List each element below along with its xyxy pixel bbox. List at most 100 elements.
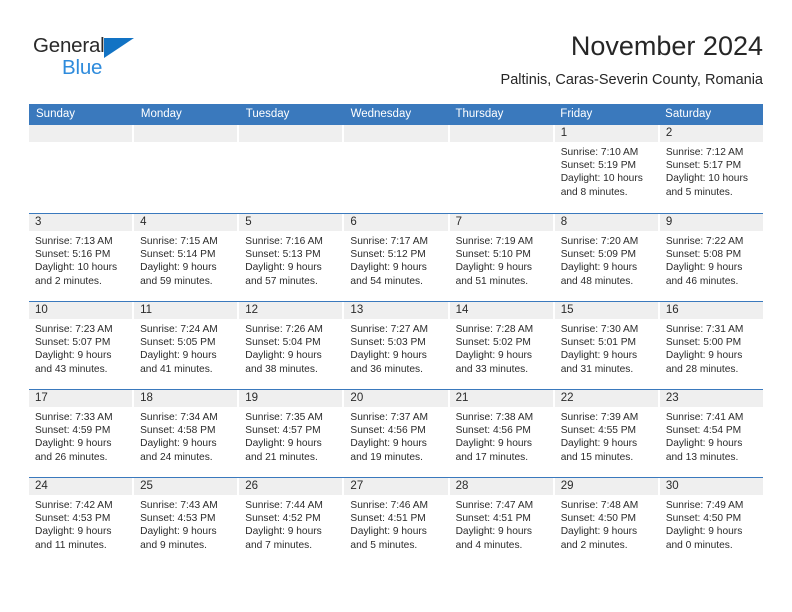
sunset-time: Sunset: 4:54 PM <box>665 425 742 437</box>
sunrise-time: Sunrise: 7:12 AM <box>665 147 744 158</box>
sunset-time: Sunset: 5:03 PM <box>350 337 426 349</box>
sunrise-time: Sunrise: 7:26 AM <box>245 324 323 335</box>
daylight-duration-line1: Daylight: 9 hours <box>140 262 217 274</box>
daylight-duration-line1: Daylight: 9 hours <box>140 438 217 450</box>
calendar-day-cell[interactable]: 5 Sunrise: 7:16 AM Sunset: 5:13 PM Daylight… <box>239 214 343 301</box>
day-number <box>239 125 343 142</box>
calendar-day-cell[interactable]: 12 Sunrise: 7:26 AM Sunset: 5:04 PM Dayligh… <box>239 302 343 389</box>
calendar-day-cell[interactable]: 18 Sunrise: 7:34 AM Sunset: 4:58 PM Dayligh… <box>134 390 238 477</box>
daylight-duration-line2: and 5 minutes. <box>350 539 418 551</box>
daylight-duration-line2: and 5 minutes. <box>665 186 733 198</box>
calendar-day-cell[interactable]: 29 Sunrise: 7:48 AM Sunset: 4:50 PM Dayligh… <box>554 478 658 565</box>
calendar-week-row: 10 Sunrise: 7:23 AM Sunset: 5:07 PM Dayligh… <box>29 301 763 389</box>
weekday-header-sunday: Sunday <box>36 108 76 120</box>
calendar-page: General Blue November 2024 Paltinis, Car… <box>0 0 792 612</box>
calendar-day-cell[interactable]: 17 Sunrise: 7:33 AM Sunset: 4:59 PM Dayligh… <box>29 390 133 477</box>
calendar-day-cell[interactable]: 10 Sunrise: 7:23 AM Sunset: 5:07 PM Dayligh… <box>29 302 133 389</box>
daylight-duration-line2: and 57 minutes. <box>245 275 318 287</box>
day-sun-info: Sunrise: 7:20 AM Sunset: 5:09 PM Daylight:… <box>555 231 658 288</box>
daylight-duration-line1: Daylight: 10 hours <box>560 173 643 185</box>
day-sun-info: Sunrise: 7:47 AM Sunset: 4:51 PM Daylight:… <box>450 495 553 552</box>
calendar-day-cell[interactable]: 30 Sunrise: 7:49 AM Sunset: 4:50 PM Dayligh… <box>659 478 763 565</box>
daylight-duration-line1: Daylight: 9 hours <box>35 350 112 362</box>
calendar-day-cell[interactable]: 25 Sunrise: 7:43 AM Sunset: 4:53 PM Dayligh… <box>134 478 238 565</box>
weekday-header-row: Sunday Monday Tuesday Wednesday Thursday… <box>29 104 763 125</box>
daylight-duration-line2: and 4 minutes. <box>455 539 523 551</box>
calendar-day-cell[interactable]: 19 Sunrise: 7:35 AM Sunset: 4:57 PM Dayligh… <box>239 390 343 477</box>
day-number: 25 <box>134 478 238 495</box>
sunset-time: Sunset: 5:12 PM <box>350 249 426 261</box>
calendar-day-cell-empty <box>134 125 238 213</box>
calendar-day-cell[interactable]: 13 Sunrise: 7:27 AM Sunset: 5:03 PM Dayligh… <box>344 302 448 389</box>
calendar-day-cell[interactable]: 14 Sunrise: 7:28 AM Sunset: 5:02 PM Dayligh… <box>449 302 553 389</box>
calendar-day-cell[interactable]: 8 Sunrise: 7:20 AM Sunset: 5:09 PM Daylight… <box>554 214 658 301</box>
calendar-day-cell[interactable]: 4 Sunrise: 7:15 AM Sunset: 5:14 PM Daylight… <box>134 214 238 301</box>
calendar-day-cell[interactable]: 20 Sunrise: 7:37 AM Sunset: 4:56 PM Dayligh… <box>344 390 448 477</box>
sunrise-time: Sunrise: 7:37 AM <box>350 412 429 423</box>
day-number: 16 <box>659 302 763 319</box>
calendar-day-cell[interactable]: 26 Sunrise: 7:44 AM Sunset: 4:52 PM Dayligh… <box>239 478 343 565</box>
logo-triangle-icon <box>104 38 134 58</box>
daylight-duration-line1: Daylight: 9 hours <box>350 262 427 274</box>
day-sun-info: Sunrise: 7:48 AM Sunset: 4:50 PM Daylight:… <box>555 495 658 552</box>
calendar-day-cell[interactable]: 22 Sunrise: 7:39 AM Sunset: 4:55 PM Dayligh… <box>554 390 658 477</box>
calendar-day-cell[interactable]: 24 Sunrise: 7:42 AM Sunset: 4:53 PM Dayligh… <box>29 478 133 565</box>
calendar-day-cell[interactable]: 2 Sunrise: 7:12 AM Sunset: 5:17 PM Daylight… <box>659 125 763 213</box>
calendar-day-cell[interactable]: 23 Sunrise: 7:41 AM Sunset: 4:54 PM Dayligh… <box>659 390 763 477</box>
daylight-duration-line1: Daylight: 9 hours <box>140 526 217 538</box>
sunset-time: Sunset: 4:57 PM <box>245 425 321 437</box>
calendar-day-cell[interactable]: 9 Sunrise: 7:22 AM Sunset: 5:08 PM Daylight… <box>659 214 763 301</box>
sunrise-time: Sunrise: 7:39 AM <box>560 412 639 423</box>
sunset-time: Sunset: 5:16 PM <box>35 249 111 261</box>
sunset-time: Sunset: 5:01 PM <box>560 337 637 349</box>
sunset-time: Sunset: 4:51 PM <box>350 513 426 525</box>
calendar-day-cell[interactable]: 16 Sunrise: 7:31 AM Sunset: 5:00 PM Dayligh… <box>659 302 763 389</box>
sunrise-time: Sunrise: 7:22 AM <box>665 236 744 247</box>
daylight-duration-line1: Daylight: 9 hours <box>455 350 533 362</box>
calendar-day-cell[interactable]: 15 Sunrise: 7:30 AM Sunset: 5:01 PM Dayligh… <box>554 302 658 389</box>
logo-text-blue: Blue <box>62 56 103 79</box>
calendar-day-cell[interactable]: 7 Sunrise: 7:19 AM Sunset: 5:10 PM Daylight… <box>449 214 553 301</box>
calendar-day-cell[interactable]: 28 Sunrise: 7:47 AM Sunset: 4:51 PM Dayligh… <box>449 478 553 565</box>
calendar-week-row: 1 Sunrise: 7:10 AM Sunset: 5:19 PM Daylight… <box>29 125 763 213</box>
sunrise-time: Sunrise: 7:42 AM <box>35 500 113 511</box>
daylight-duration-line1: Daylight: 9 hours <box>350 526 427 538</box>
sunset-time: Sunset: 5:09 PM <box>560 249 637 261</box>
calendar-day-cell[interactable]: 3 Sunrise: 7:13 AM Sunset: 5:16 PM Daylight… <box>29 214 133 301</box>
day-sun-info: Sunrise: 7:31 AM Sunset: 5:00 PM Daylight:… <box>660 319 763 376</box>
calendar-week-row: 17 Sunrise: 7:33 AM Sunset: 4:59 PM Dayligh… <box>29 389 763 477</box>
daylight-duration-line2: and 8 minutes. <box>560 186 628 198</box>
calendar-day-cell[interactable]: 11 Sunrise: 7:24 AM Sunset: 5:05 PM Dayligh… <box>134 302 238 389</box>
sunset-time: Sunset: 4:59 PM <box>35 425 111 437</box>
day-sun-info: Sunrise: 7:12 AM Sunset: 5:17 PM Daylight:… <box>660 142 763 199</box>
sunset-time: Sunset: 4:55 PM <box>560 425 637 437</box>
daylight-duration-line2: and 41 minutes. <box>140 363 213 375</box>
day-sun-info: Sunrise: 7:10 AM Sunset: 5:19 PM Daylight:… <box>555 142 658 199</box>
day-number: 3 <box>29 214 133 231</box>
day-number: 19 <box>239 390 343 407</box>
day-number: 21 <box>449 390 553 407</box>
day-sun-info: Sunrise: 7:16 AM Sunset: 5:13 PM Daylight:… <box>239 231 342 288</box>
calendar-day-cell[interactable]: 1 Sunrise: 7:10 AM Sunset: 5:19 PM Daylight… <box>554 125 658 213</box>
day-number <box>29 125 133 142</box>
calendar-day-cell[interactable]: 21 Sunrise: 7:38 AM Sunset: 4:56 PM Dayligh… <box>449 390 553 477</box>
calendar-day-cell-empty <box>449 125 553 213</box>
day-number: 2 <box>659 125 763 142</box>
day-number: 13 <box>344 302 448 319</box>
calendar-day-cell[interactable]: 27 Sunrise: 7:46 AM Sunset: 4:51 PM Dayligh… <box>344 478 448 565</box>
calendar-week-row: 3 Sunrise: 7:13 AM Sunset: 5:16 PM Daylight… <box>29 213 763 301</box>
calendar-day-cell[interactable]: 6 Sunrise: 7:17 AM Sunset: 5:12 PM Daylight… <box>344 214 448 301</box>
day-number: 26 <box>239 478 343 495</box>
daylight-duration-line2: and 36 minutes. <box>350 363 423 375</box>
day-sun-info: Sunrise: 7:28 AM Sunset: 5:02 PM Daylight:… <box>450 319 553 376</box>
day-number: 23 <box>659 390 763 407</box>
day-number: 6 <box>344 214 448 231</box>
sunrise-time: Sunrise: 7:41 AM <box>665 412 744 423</box>
sunrise-time: Sunrise: 7:17 AM <box>350 236 429 247</box>
generalblue-logo[interactable]: General Blue <box>33 34 163 86</box>
weekday-header-monday: Monday <box>140 108 182 120</box>
page-subtitle: Paltinis, Caras-Severin County, Romania <box>500 72 763 88</box>
sunrise-time: Sunrise: 7:34 AM <box>140 412 218 423</box>
daylight-duration-line1: Daylight: 9 hours <box>245 526 322 538</box>
daylight-duration-line2: and 2 minutes. <box>560 539 628 551</box>
